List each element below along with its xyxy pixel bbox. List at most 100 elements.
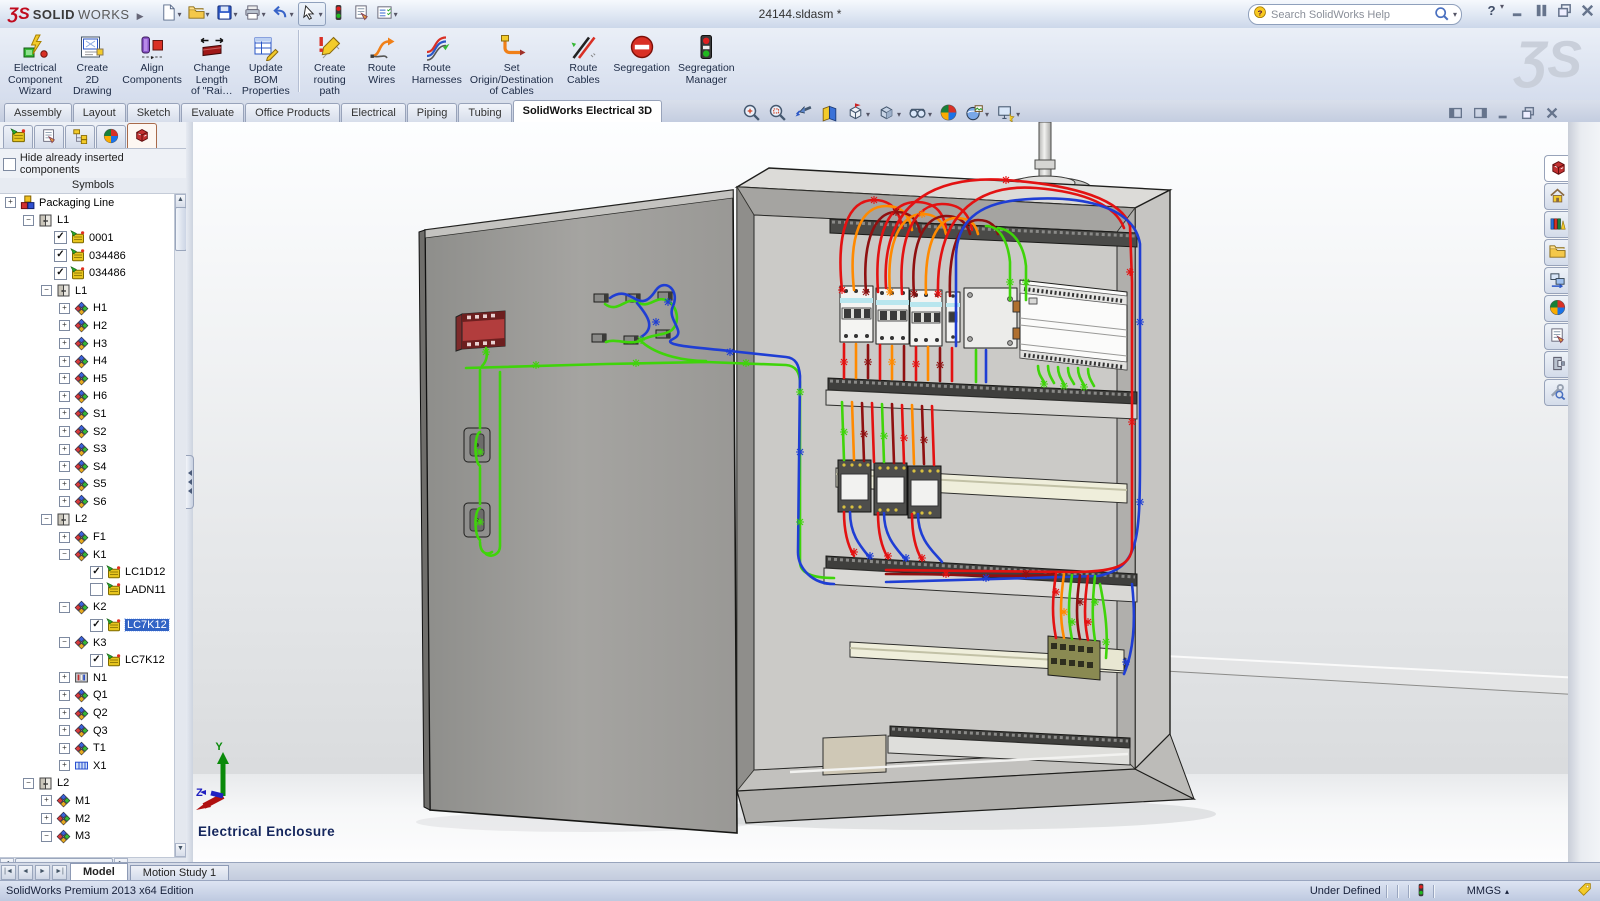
tree-item-s3[interactable]: +S3	[0, 440, 186, 458]
dropdown-arrow-icon[interactable]: ▾	[1016, 110, 1020, 119]
panel-tab-sphere-tab[interactable]	[96, 125, 126, 148]
save-button[interactable]: ▾	[214, 3, 240, 25]
expand-icon[interactable]: +	[59, 408, 70, 419]
graphics-area[interactable]: Electrical Enclosure Y Z	[186, 122, 1600, 862]
tree-item-k1[interactable]: −K1	[0, 546, 186, 564]
section-view-button[interactable]	[820, 103, 839, 125]
tree-item-k2[interactable]: −K2	[0, 599, 186, 617]
expand-icon[interactable]: +	[59, 356, 70, 367]
scroll-down-arrow-icon[interactable]: ▼	[175, 843, 186, 857]
help-button[interactable]: ?▾	[1483, 2, 1504, 22]
dropdown-arrow-icon[interactable]: ▾	[262, 10, 266, 19]
expand-icon[interactable]: +	[59, 303, 70, 314]
collapse-icon[interactable]: −	[23, 215, 34, 226]
panel-splitter[interactable]	[186, 122, 193, 862]
collapse-icon[interactable]: −	[41, 285, 52, 296]
dropdown-arrow-icon[interactable]: ▾	[206, 10, 210, 19]
hide-components-checkbox[interactable]	[3, 158, 16, 171]
ribbon-align-components[interactable]: AlignComponents	[119, 29, 185, 88]
tree-item-n1[interactable]: +N1	[0, 669, 186, 687]
contactor[interactable]	[838, 460, 871, 512]
expand-icon[interactable]: +	[59, 479, 70, 490]
taskpane-tab-appearances[interactable]	[1544, 295, 1569, 322]
expand-icon[interactable]: +	[59, 320, 70, 331]
restore-button[interactable]	[1520, 105, 1536, 124]
collapse-icon[interactable]: −	[59, 549, 70, 560]
tree-vertical-scrollbar[interactable]: ▲ ▼	[174, 194, 186, 857]
undo-button[interactable]: ▾	[270, 3, 296, 25]
expand-icon[interactable]: +	[59, 760, 70, 771]
edit-appearance-button[interactable]	[939, 103, 958, 125]
tree-item-lc7k12[interactable]: ✓LC7K12	[0, 616, 186, 634]
circuit-breaker[interactable]	[910, 290, 942, 346]
pane-right-button[interactable]	[1472, 105, 1488, 124]
dropdown-arrow-icon[interactable]: ▾	[394, 10, 398, 19]
expand-icon[interactable]: +	[59, 743, 70, 754]
ribbon-create-routing-path[interactable]: Createroutingpath	[305, 29, 355, 100]
collapse-icon[interactable]: −	[23, 778, 34, 789]
expand-icon[interactable]: +	[59, 690, 70, 701]
tree-item-h3[interactable]: +H3	[0, 335, 186, 353]
tree-item-m1[interactable]: +M1	[0, 792, 186, 810]
ribbon-electrical-component-wizard[interactable]: ElectricalComponentWizard	[5, 29, 65, 100]
restore-button[interactable]	[1556, 2, 1573, 22]
tab-model[interactable]: Model	[70, 863, 128, 881]
ribbon-segregation-manager[interactable]: SegregationManager	[675, 29, 738, 88]
dropdown-arrow-icon[interactable]: ▾	[234, 10, 238, 19]
zoom-fit-button[interactable]	[742, 103, 761, 125]
properties-button[interactable]	[351, 3, 372, 25]
contactors[interactable]	[838, 460, 941, 518]
tree-item-l2[interactable]: −L2	[0, 775, 186, 793]
expand-icon[interactable]: +	[59, 461, 70, 472]
expand-icon[interactable]: +	[59, 444, 70, 455]
view-orientation-button[interactable]: ▾	[846, 103, 870, 125]
tree-item-s2[interactable]: +S2	[0, 423, 186, 441]
tree-item-q2[interactable]: +Q2	[0, 704, 186, 722]
tree-checkbox[interactable]: ✓	[90, 654, 103, 667]
ribbon-route-wires[interactable]: RouteWires	[357, 29, 407, 88]
tree-item-s1[interactable]: +S1	[0, 405, 186, 423]
tree-item-h4[interactable]: +H4	[0, 352, 186, 370]
minimize-button[interactable]	[1510, 2, 1527, 22]
tree-item-0001[interactable]: ✓0001	[0, 229, 186, 247]
tree-checkbox[interactable]	[90, 583, 103, 596]
collapse-icon[interactable]: −	[59, 637, 70, 648]
expand-icon[interactable]: +	[59, 426, 70, 437]
expand-icon[interactable]: +	[5, 197, 16, 208]
taskpane-tab-wrench-search[interactable]	[1544, 379, 1569, 406]
expand-icon[interactable]: +	[59, 391, 70, 402]
search-input[interactable]: ? Search SolidWorks Help ▾	[1248, 4, 1462, 25]
panel-tab-properties-tab[interactable]	[34, 125, 64, 148]
tree-item-k3[interactable]: −K3	[0, 634, 186, 652]
taskpane-tab-home[interactable]	[1544, 183, 1569, 210]
tab-motion-study-1[interactable]: Motion Study 1	[130, 865, 229, 881]
panel-tab-hierarchy-tab[interactable]	[65, 125, 95, 148]
tree-item-l1[interactable]: −L1	[0, 282, 186, 300]
dropdown-arrow-icon[interactable]: ▾	[897, 110, 901, 119]
tree-item-packaging-line[interactable]: +Packaging Line	[0, 194, 186, 212]
tree-checkbox[interactable]: ✓	[54, 249, 67, 262]
close-button[interactable]	[1579, 2, 1596, 22]
dropdown-arrow-icon[interactable]: ▾	[866, 110, 870, 119]
tab-first-icon[interactable]: |◄	[1, 865, 16, 880]
tab-electrical[interactable]: Electrical	[341, 103, 406, 122]
options-list-button[interactable]: ▾	[374, 3, 400, 25]
toolbar-expander-icon[interactable]: ▶	[137, 11, 144, 22]
tree-item-l1[interactable]: −L1	[0, 212, 186, 230]
tab-piping[interactable]: Piping	[407, 103, 458, 122]
tab-office-products[interactable]: Office Products	[245, 103, 340, 122]
taskpane-tab-electrical-cube[interactable]	[1544, 155, 1571, 182]
taskpane-tab-design-library[interactable]	[1544, 211, 1569, 238]
taskpane-tab-view-palette[interactable]	[1544, 267, 1569, 294]
tree-item-h6[interactable]: +H6	[0, 388, 186, 406]
tab-evaluate[interactable]: Evaluate	[181, 103, 244, 122]
select-cursor-button[interactable]: ▾	[298, 2, 326, 26]
contactor[interactable]	[908, 466, 941, 518]
selection-filter-button[interactable]	[328, 3, 349, 25]
pane-left-button[interactable]	[1448, 105, 1464, 124]
tree-item-s6[interactable]: +S6	[0, 493, 186, 511]
scrollbar-thumb[interactable]	[175, 207, 186, 251]
dropdown-arrow-icon[interactable]: ▾	[290, 10, 294, 19]
tab-solidworks-electrical-3d[interactable]: SolidWorks Electrical 3D	[513, 100, 662, 122]
collapse-icon[interactable]: −	[41, 514, 52, 525]
